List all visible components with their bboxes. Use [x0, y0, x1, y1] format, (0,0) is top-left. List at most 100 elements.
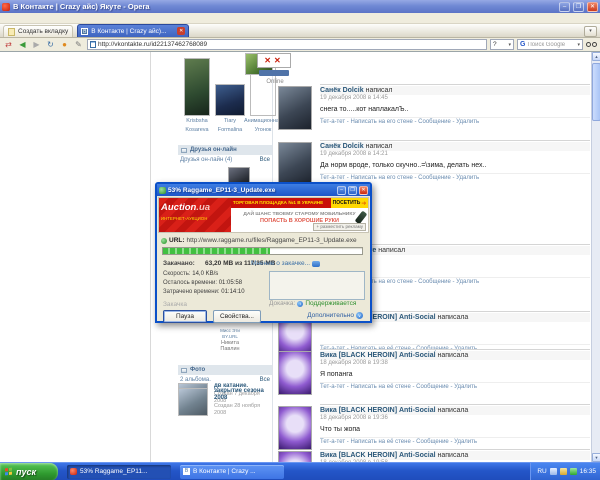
help-dropdown-icon[interactable]: ▾ [508, 42, 511, 48]
person-first-name[interactable]: Анимационная [244, 118, 282, 125]
restore-icon[interactable]: ❐ [573, 1, 584, 12]
person-last-name[interactable]: Formalina [218, 127, 242, 134]
dialog-minimize-icon[interactable]: – [337, 185, 346, 195]
download-file-icon [159, 186, 166, 194]
album-title-link[interactable]: закрытие сезона 2008 [214, 388, 266, 402]
resume-supported: Поддерживается [305, 300, 357, 307]
properties-button[interactable]: Свойства... [213, 310, 261, 323]
new-tab-label: Создать вкладку [18, 28, 69, 35]
ad-visit-button[interactable]: ПОСЕТИТЬ ➜ [331, 198, 368, 208]
post-author-link[interactable]: Вика [BLACK HEROIN] Anti-Social [320, 452, 436, 459]
taskbar-task-download[interactable]: 53% Raggame_EP11... [67, 464, 171, 479]
post-action-links[interactable]: Тет-а-тет - Написать на его стене - Сооб… [320, 117, 590, 125]
transfer-icon[interactable]: ⇄ [3, 39, 14, 50]
volume-icon[interactable] [549, 468, 557, 475]
wall-post: Вика [BLACK HEROIN] Anti-Social написала… [278, 449, 590, 462]
new-tab-icon [8, 27, 15, 36]
taskbar-task-opera[interactable]: В В Контакте | Crazy ... [180, 464, 284, 479]
ad-line1: ДАЙ ШАНС ТВОЕМУ СТАРОМУ МОБИЛЬНИКУ [243, 211, 356, 217]
post-action-links[interactable]: Тет-а-тет - Написать на его стене - Сооб… [320, 173, 590, 181]
help-value: ? [493, 41, 497, 48]
post-action-links[interactable]: Тет-а-тет - Написать на её стене - Сообщ… [320, 382, 590, 390]
forward-icon[interactable]: ▶ [31, 39, 42, 50]
search-dropdown-icon[interactable]: ▾ [577, 42, 580, 48]
comment-box[interactable] [269, 271, 365, 300]
post-date [320, 322, 590, 331]
album-thumbnail[interactable] [178, 388, 208, 416]
search-placeholder: Поиск Google [527, 41, 566, 48]
scrollbar-thumb[interactable] [592, 63, 600, 121]
post-author-link[interactable]: Санёк Dolcik [320, 87, 364, 94]
vertical-scrollbar[interactable]: ▲ ▼ [591, 52, 600, 462]
person-first-name[interactable]: Tiary [224, 118, 236, 125]
post-action-text: написал [378, 247, 406, 254]
tab-close-icon[interactable]: ✕ [177, 27, 186, 35]
post-author-avatar[interactable] [278, 86, 312, 130]
wall-post: Санёк Dolcik написал 19 декабря 2008 в 1… [278, 140, 590, 186]
post-author-avatar[interactable] [278, 142, 312, 186]
pause-button[interactable]: Пауза [163, 310, 207, 323]
place-ad-link[interactable]: + разместить рекламу [313, 223, 366, 231]
window-title: В Контакте | Crazy айс) Якуте - Opera [13, 2, 150, 11]
post-author-avatar[interactable] [278, 406, 312, 450]
profile-badge[interactable] [259, 70, 289, 76]
opinion-link[interactable]: Мнение о закачке... [251, 260, 321, 267]
dialog-title: 53% Raggame_EP11-3_Update.exe [168, 186, 276, 194]
photo-album[interactable]: закрытие сезона 2008 Создан 28 ноября 20… [178, 388, 266, 417]
person-photo[interactable] [215, 84, 245, 116]
tab-list-dropdown-icon[interactable]: ▾ [584, 26, 597, 37]
taskbar: пуск 53% Raggame_EP11... В В Контакте | … [0, 462, 600, 480]
quick-help-field[interactable]: ? ▾ [490, 39, 514, 50]
dialog-close-icon[interactable]: ✕ [359, 185, 368, 195]
ad-brand-block[interactable]: Auction.ua ИНТЕРНЕТ-АУКЦИОН [159, 198, 231, 232]
dialog-titlebar[interactable]: 53% Raggame_EP11-3_Update.exe – ❐ ✕ [157, 184, 370, 196]
elapsed-value: 01:14:10 [221, 289, 245, 295]
new-tab-button[interactable]: Создать вкладку [3, 25, 74, 37]
wand-icon[interactable]: ● [59, 39, 70, 50]
tab-vkontakte[interactable]: В В Контакте | Crazy айс)... ✕ [77, 24, 190, 37]
minimize-icon[interactable]: – [559, 1, 570, 12]
post-author-link[interactable]: Вика [BLACK HEROIN] Anti-Social [320, 407, 436, 414]
reload-icon[interactable]: ↻ [45, 39, 56, 50]
back-icon[interactable]: ◀ [17, 39, 28, 50]
zoom-view-icon[interactable] [586, 42, 597, 47]
clock[interactable]: 16:35 [580, 468, 596, 475]
post-body: снега то.....кот наплакалЪ.. [320, 106, 409, 113]
wall-post: Вика [BLACK HEROIN] Anti-Social написала… [278, 349, 590, 395]
scroll-down-icon[interactable]: ▼ [592, 453, 600, 462]
downloaded-label: Закачано: [163, 260, 195, 267]
person-photo[interactable] [184, 58, 210, 116]
post-action-links[interactable]: Тет-а-тет - Написать на её стене - Сообщ… [320, 437, 590, 445]
friend-name[interactable]: Павлин [200, 346, 260, 352]
post-author-link[interactable]: Санёк Dolcik [320, 143, 364, 150]
photo-strip-person[interactable]: Tiary Formalina [214, 84, 246, 134]
photo-strip-person[interactable]: Krisbsha Kosareva [184, 58, 210, 134]
post-author-avatar[interactable] [278, 451, 312, 462]
address-bar[interactable]: http://vkontakte.ru/id22137462768089 [87, 39, 487, 50]
post-action-text: написал [365, 87, 393, 94]
person-last-name[interactable]: Угонок [255, 127, 272, 134]
search-field[interactable]: G Поиск Google ▾ [517, 39, 583, 50]
close-icon[interactable]: ✕ [587, 1, 598, 12]
language-indicator[interactable]: RU [537, 468, 546, 475]
pencil-icon[interactable]: ✎ [73, 39, 84, 50]
post-action-text: написала [437, 452, 469, 459]
person-first-name[interactable]: Krisbsha [186, 118, 207, 125]
start-button[interactable]: пуск [0, 462, 58, 480]
window-titlebar[interactable]: В Контакте | Crazy айс) Якуте - Opera – … [0, 0, 600, 13]
tray-app-icon[interactable] [559, 468, 567, 475]
photos-icon [181, 367, 187, 373]
ad-banner[interactable]: Auction.ua ИНТЕРНЕТ-АУКЦИОН ТОРГОВАЯ ПЛО… [158, 197, 369, 233]
page-icon [90, 41, 96, 48]
scroll-up-icon[interactable]: ▲ [592, 52, 600, 61]
person-last-name[interactable]: Kosareva [185, 127, 208, 134]
more-link[interactable]: Дополнительно v [307, 312, 363, 319]
post-date: 18 декабря 2008 в 19:38 [320, 360, 388, 366]
post-author-avatar[interactable] [278, 351, 312, 395]
post-author-link[interactable]: Вика [BLACK HEROIN] Anti-Social [320, 352, 436, 359]
progress-fill [163, 248, 271, 254]
google-icon: G [520, 41, 526, 48]
friends-all-link[interactable]: Все [260, 157, 270, 163]
dialog-restore-icon[interactable]: ❐ [348, 185, 357, 195]
tray-shield-icon[interactable] [569, 468, 577, 475]
